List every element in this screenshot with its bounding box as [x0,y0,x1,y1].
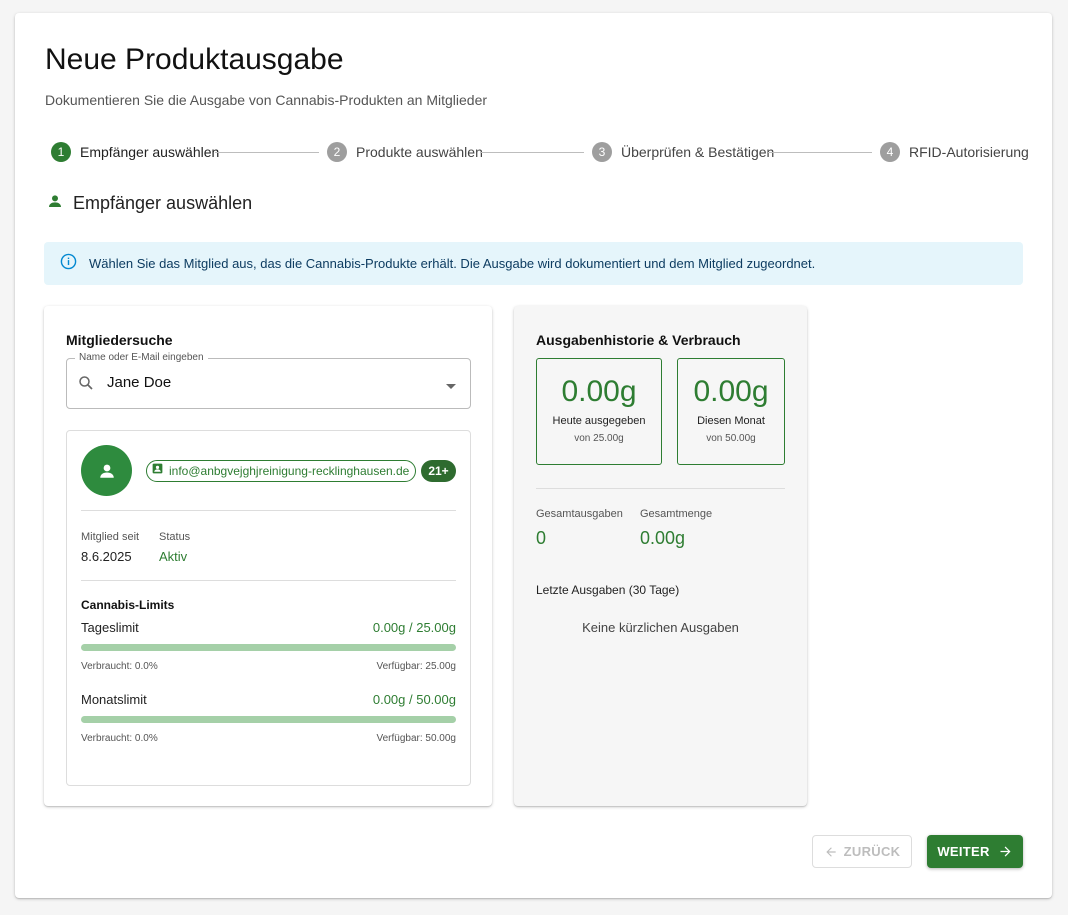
back-button-label: ZURÜCK [843,844,901,859]
step-3: 3 Überprüfen & Bestätigen [592,142,774,162]
person-icon [47,193,63,214]
status-value: Aktiv [159,549,188,564]
recent-label: Letzte Ausgaben (30 Tage) [536,583,680,597]
today-sub: von 25.00g [574,433,624,444]
member-search-label: Name oder E-Mail eingeben [75,352,208,363]
member-search-input[interactable]: Name oder E-Mail eingeben Jane Doe [66,352,471,409]
step-connector [768,152,872,153]
person-avatar-icon [99,464,114,478]
member-email: info@anbgvejghjreinigung-recklinghausen.… [169,464,410,478]
monthly-available: Verfügbar: 50.00g [376,733,456,744]
history-panel: Ausgabenhistorie & Verbrauch 0.00g Heute… [514,306,807,806]
alert-text: Wählen Sie das Mitglied aus, das die Can… [89,256,816,271]
member-search-panel: Mitgliedersuche Name oder E-Mail eingebe… [44,306,492,806]
today-label: Heute ausgegeben [552,415,646,427]
daily-limit-bar [81,644,456,651]
section-title: Empfänger auswählen [73,193,253,213]
monthly-limit-value: 0.00g / 50.00g [372,692,456,707]
daily-available: Verfügbar: 25.00g [376,661,456,672]
contact-card-icon [151,462,164,480]
monthly-limit-label: Monatslimit [81,692,147,707]
step-4-number: 4 [880,142,900,162]
today-value: 0.00g [561,375,637,408]
info-icon [60,253,77,275]
next-button[interactable]: WEITER [927,835,1023,868]
step-2: 2 Produkte auswählen [327,142,483,162]
amount-label: Gesamtmenge [640,508,713,520]
step-4-label: RFID-Autorisierung [909,144,1029,160]
info-alert: Wählen Sie das Mitglied aus, das die Can… [44,242,1023,285]
amount-value: 0.00g [640,528,686,548]
member-since-value: 8.6.2025 [81,549,132,564]
search-icon [77,374,95,397]
month-value: 0.00g [693,375,769,408]
chevron-down-icon[interactable] [445,378,457,396]
step-connector [480,152,584,153]
daily-used: Verbraucht: 0.0% [81,661,158,672]
month-stat: 0.00g Diesen Monat von 50.00g [677,358,785,465]
main-card: Neue Produktausgabe Dokumentieren Sie di… [15,13,1052,898]
step-3-label: Überprüfen & Bestätigen [621,144,775,160]
monthly-used: Verbraucht: 0.0% [81,733,158,744]
total-value: 0 [536,528,547,548]
step-1-label: Empfänger auswählen [80,144,220,160]
empty-history-text: Keine kürzlichen Ausgaben [582,620,739,635]
member-search-title: Mitgliedersuche [66,332,173,348]
month-label: Diesen Monat [697,415,765,427]
today-stat: 0.00g Heute ausgegeben von 25.00g [536,358,662,465]
divider [536,488,785,489]
daily-limit-value: 0.00g / 25.00g [372,620,456,635]
email-chip: info@anbgvejghjreinigung-recklinghausen.… [146,460,417,482]
divider [81,580,456,581]
status-label: Status [159,531,191,543]
arrow-right-icon [998,844,1013,859]
member-search-value: Jane Doe [107,374,172,391]
step-1-number: 1 [51,142,71,162]
member-card: info@anbgvejghjreinigung-recklinghausen.… [66,430,471,786]
section-heading: Empfänger auswählen [47,193,252,214]
step-connector [215,152,319,153]
total-label: Gesamtausgaben [536,508,623,520]
limits-title: Cannabis-Limits [81,598,175,612]
back-button[interactable]: ZURÜCK [812,835,912,868]
step-1: 1 Empfänger auswählen [51,142,219,162]
page-title: Neue Produktausgabe [45,43,344,76]
step-4: 4 RFID-Autorisierung [880,142,1029,162]
age-badge: 21+ [421,460,456,482]
step-2-number: 2 [327,142,347,162]
step-3-number: 3 [592,142,612,162]
history-title: Ausgabenhistorie & Verbrauch [536,332,741,348]
daily-limit-label: Tageslimit [81,620,139,635]
month-sub: von 50.00g [706,433,756,444]
page-subtitle: Dokumentieren Sie die Ausgabe von Cannab… [45,92,488,108]
divider [81,510,456,511]
arrow-left-icon [824,845,838,859]
step-2-label: Produkte auswählen [356,144,483,160]
member-since-label: Mitglied seit [81,531,140,543]
monthly-limit-bar [81,716,456,723]
next-button-label: WEITER [937,844,990,859]
avatar [81,445,132,496]
